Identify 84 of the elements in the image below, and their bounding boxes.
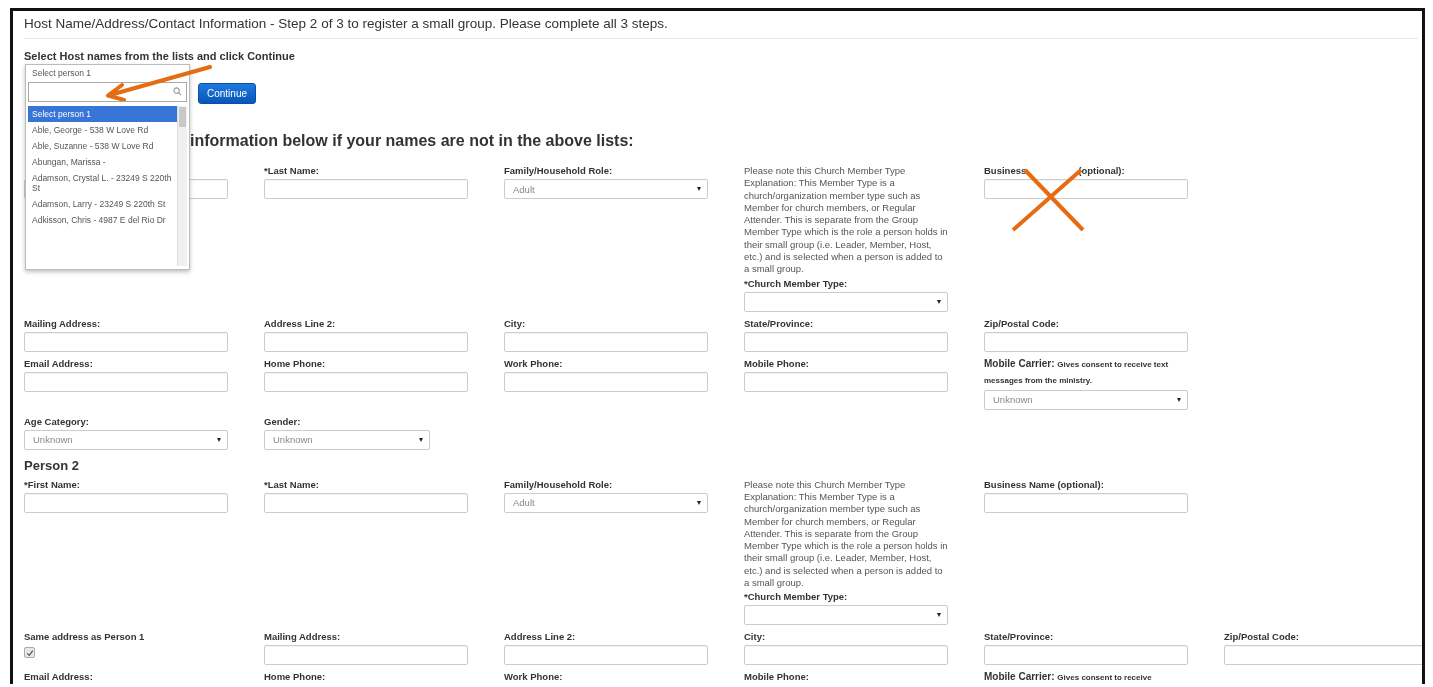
text-field[interactable] — [504, 371, 708, 392]
field-label: Home Phone: — [264, 671, 327, 684]
field-label: Business Name (optional): — [984, 478, 1105, 491]
dropdown[interactable]: Unknown — [24, 429, 228, 450]
field-label: State/Province: — [744, 317, 815, 330]
text-field[interactable] — [984, 331, 1188, 352]
explanation-text: Please note this Church Member Type Explanation: This Member Type is a church/organization member type such as Member for church members, or Regular Attender. This is separate from the Group Member Type which is the role a person holds in their small group (i.e. Leader, Member, Host, etc.) and is selected when a person is added to a small group. — [744, 478, 949, 590]
field-label: Mailing Address: — [264, 631, 342, 644]
text-field[interactable] — [984, 492, 1188, 513]
field-label: Mailing Address: — [24, 317, 102, 330]
field-label: Age Category: — [24, 415, 90, 428]
dropdown[interactable] — [744, 291, 948, 312]
caret-icon — [937, 613, 941, 618]
field-label: Family/Household Role: — [504, 165, 614, 177]
caret-icon — [697, 187, 701, 191]
text-field[interactable] — [264, 645, 468, 666]
field-label: Mobile Phone: — [744, 357, 810, 370]
field-label: Email Address: — [24, 357, 94, 370]
text-field[interactable] — [24, 331, 228, 352]
text-field[interactable] — [744, 645, 948, 666]
field-label: Work Phone: — [504, 357, 564, 370]
dropdown-value[interactable]: Select person 1 — [28, 68, 92, 82]
text-field[interactable] — [1224, 645, 1422, 666]
field-label: Zip/Postal Code: — [984, 317, 1060, 330]
dropdown-option[interactable]: Abungan, Marissa - — [28, 154, 177, 170]
text-field[interactable] — [504, 645, 708, 666]
continue-button[interactable]: Continue — [198, 83, 257, 104]
field-label: Gender: — [264, 415, 302, 428]
search-icon — [173, 87, 182, 96]
field-label: Address Line 2: — [504, 631, 577, 644]
field-label: Same address as Person 1 — [24, 631, 146, 644]
field-label: *First Name: — [24, 478, 81, 491]
caret-icon — [419, 437, 423, 442]
field-label: Home Phone: — [264, 357, 327, 370]
scrollbar[interactable] — [177, 106, 187, 266]
dropdown-option[interactable]: Adamson, Larry - 23249 S 220th St — [28, 196, 177, 212]
field-label: Mobile Carrier: Gives consent to receive — [984, 670, 1153, 684]
field-label: Business — [984, 165, 1027, 177]
field-label: *Last Name: — [264, 165, 320, 177]
dropdown[interactable] — [744, 605, 948, 626]
page-title: Host Name/Address/Contact Information - Step 2 of 3 to register a small group. Please complete all 3 steps. — [24, 16, 668, 31]
field-label: *Last Name: — [264, 478, 320, 491]
field-label: Email Address: — [24, 671, 94, 684]
checkbox[interactable] — [24, 647, 35, 659]
dropdown[interactable]: Unknown — [264, 429, 430, 450]
field-label: City: — [504, 317, 527, 330]
dropdown-option[interactable]: Able, Suzanne - 538 W Love Rd — [28, 138, 177, 154]
text-field[interactable] — [744, 371, 948, 392]
section-heading: Select Host names from the lists and click Continue — [24, 50, 296, 62]
dropdown[interactable]: Adult — [504, 179, 708, 199]
field-label: (optional): — [1078, 165, 1125, 177]
caret-icon — [937, 299, 941, 304]
text-field[interactable] — [744, 331, 948, 352]
field-label: Family/Household Role: — [504, 478, 614, 491]
field-label: *Church Member Type: — [744, 591, 849, 604]
text-field[interactable] — [264, 179, 468, 199]
text-field[interactable] — [984, 179, 1188, 199]
field-label: City: — [744, 631, 767, 644]
field-label: Mobile Phone: — [744, 671, 810, 684]
field-label: Work Phone: — [504, 671, 564, 684]
dropdown[interactable]: Unknown — [984, 389, 1188, 410]
caret-icon — [217, 437, 221, 442]
caret-icon — [1177, 397, 1181, 402]
section-heading: information below if your names are not in the above lists: — [190, 132, 635, 150]
person-heading: Person 2 — [24, 457, 80, 473]
field-label: Zip/Postal Code: — [1224, 631, 1300, 644]
field-label: *Church Member Type: — [744, 277, 849, 290]
field-label: Address Line 2: — [264, 317, 337, 330]
text-field[interactable] — [264, 331, 468, 352]
text-field[interactable] — [984, 645, 1188, 666]
field-label: State/Province: — [984, 631, 1055, 644]
text-field[interactable] — [264, 492, 468, 513]
explanation-text: Please note this Church Member Type Explanation: This Member Type is a church/organization member type such as Member for church members, or Regular Attender. This is separate from the Group Member Type which is the role a person holds in their small group (i.e. Leader, Member, Host, etc.) and is selected when a person is added to a small group. — [744, 165, 949, 276]
dropdown[interactable]: Adult — [504, 492, 708, 513]
dropdown-option[interactable]: Able, George - 538 W Love Rd — [28, 122, 177, 138]
text-field[interactable] — [24, 492, 228, 513]
dropdown-option[interactable]: Adkisson, Chris - 4987 E del Rio Dr — [28, 212, 177, 228]
dropdown-option[interactable]: Adamson, Crystal L. - 23249 S 220th St — [28, 170, 177, 196]
text-field[interactable] — [24, 371, 228, 392]
caret-icon — [697, 500, 701, 505]
dropdown-option[interactable]: Select person 1 — [28, 106, 177, 122]
text-field[interactable] — [264, 371, 468, 392]
field-label: Mobile Carrier: Gives consent to receive text messages from the ministry. — [984, 356, 1170, 387]
text-field[interactable] — [504, 331, 708, 352]
